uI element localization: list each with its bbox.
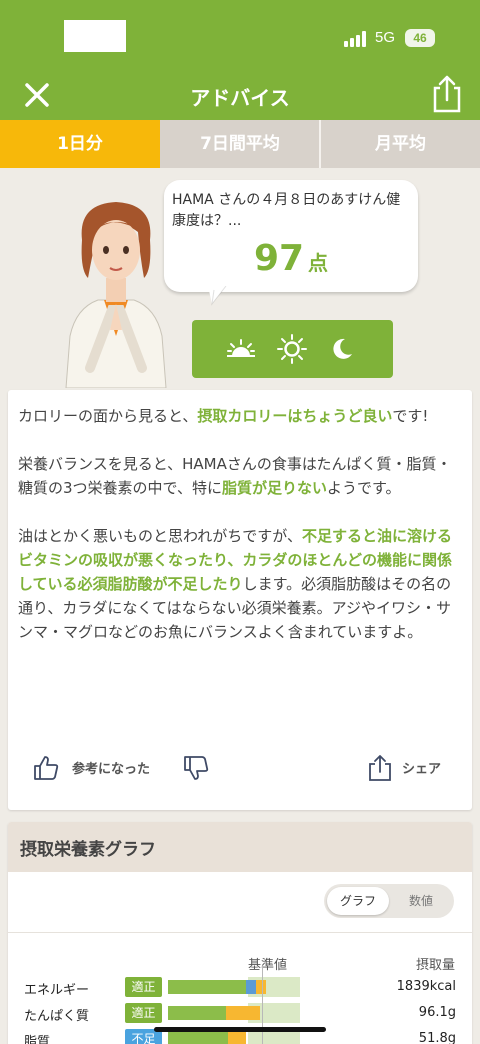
battery-icon: 46 (405, 29, 435, 47)
tab-1day[interactable]: 1日分 (0, 120, 160, 168)
moon-icon[interactable] (327, 334, 357, 364)
advice-paragraph-balance: 栄養バランスを見ると、HAMAさんの食事はたんぱく質・脂質・糖質の3つ栄養素の中… (18, 452, 464, 500)
status-badge: 適正 (125, 977, 162, 997)
advice-text-span: です! (392, 407, 429, 425)
sun-icon[interactable] (277, 334, 307, 364)
nav-bar: アドバイス (0, 74, 480, 120)
view-toggle: グラフ 数値 (324, 884, 454, 918)
advice-text-span: ようです。 (326, 479, 401, 497)
sunrise-icon[interactable] (226, 334, 256, 364)
advice-paragraph-calorie: カロリーの面から見ると、摂取カロリーはちょうど良いです! (18, 404, 464, 428)
intake-value: 1839kcal (396, 979, 456, 994)
intake-column-header: 摂取量 (416, 958, 456, 973)
tab-monthly-average[interactable]: 月平均 (321, 120, 480, 168)
advisor-avatar (65, 202, 167, 388)
network-label: 5G (375, 29, 396, 46)
nutrient-card-header: 摂取栄養素グラフ (8, 822, 472, 872)
score-value: 97 (253, 238, 305, 279)
nutrient-graph-title: 摂取栄養素グラフ (20, 840, 156, 860)
bubble-tail (208, 286, 227, 306)
tab-7day-average[interactable]: 7日間平均 (160, 120, 320, 168)
intake-bar-segment (246, 980, 256, 994)
signal-icon (344, 31, 368, 47)
share-icon[interactable] (428, 74, 466, 114)
divider (8, 932, 472, 933)
nutrient-row[interactable]: たんぱく質 適正 96.1g (8, 1002, 472, 1026)
nutrient-name: 脂質 (24, 1035, 51, 1044)
score-unit: 点 (308, 251, 329, 275)
status-badge: 適正 (125, 1003, 162, 1023)
intake-bar-segment (228, 1032, 246, 1044)
advice-text-span: カロリーの面から見ると、 (18, 407, 198, 425)
intake-bar (168, 1006, 226, 1020)
intake-value: 51.8g (418, 1031, 456, 1044)
intake-bar (168, 1032, 228, 1044)
share-icon[interactable] (366, 754, 394, 782)
advice-highlight: 摂取カロリーはちょうど良い (197, 407, 393, 425)
standard-line (262, 966, 263, 1044)
nutrient-row[interactable]: エネルギー 適正 1839kcal (8, 976, 472, 1000)
nutrient-name: たんぱく質 (24, 1009, 90, 1024)
advice-card: カロリーの面から見ると、摂取カロリーはちょうど良いです! 栄養バランスを見ると、… (8, 390, 472, 810)
home-indicator (154, 1027, 326, 1032)
helpful-label[interactable]: 参考になった (72, 758, 150, 777)
nutrient-name: エネルギー (24, 983, 90, 998)
intake-bar-segment (226, 1006, 260, 1020)
advice-text: カロリーの面から見ると、摂取カロリーはちょうど良いです! 栄養バランスを見ると、… (18, 404, 464, 668)
toggle-value[interactable]: 数値 (390, 887, 452, 915)
intake-bar (168, 980, 246, 994)
nutrient-graph-card: 摂取栄養素グラフ グラフ 数値 基準値 摂取量 エネルギー 適正 1839kca… (8, 822, 472, 1044)
meal-time-selector (192, 320, 393, 378)
thumbs-up-icon[interactable] (32, 754, 60, 782)
standard-column-header: 基準値 (248, 958, 288, 973)
feedback-row: 参考になった シェア (8, 752, 472, 784)
advice-paragraph-oil: 油はとかく悪いものと思われがちですが、不足すると油に溶けるビタミンの吸収が悪くな… (18, 524, 464, 644)
share-label[interactable]: シェア (402, 758, 441, 777)
health-score-bubble: HAMA さんの４月８日のあすけん健康度は？... 97 点 (164, 180, 418, 292)
advice-highlight: 脂質が足りない (221, 479, 327, 497)
advice-text-span: 油はとかく悪いものと思われがちですが、 (18, 527, 302, 545)
status-bar: 5G 46 (0, 0, 480, 74)
toggle-graph[interactable]: グラフ (327, 887, 389, 915)
status-time-redacted (64, 20, 126, 52)
intake-value: 96.1g (418, 1005, 456, 1020)
intake-bar-segment (256, 980, 266, 994)
thumbs-down-icon[interactable] (182, 754, 210, 782)
period-tabs: 1日分 7日間平均 月平均 (0, 120, 480, 168)
page-title: アドバイス (190, 86, 290, 110)
health-score: 97 点 (164, 238, 418, 279)
score-question: HAMA さんの４月８日のあすけん健康度は？... (172, 192, 401, 229)
